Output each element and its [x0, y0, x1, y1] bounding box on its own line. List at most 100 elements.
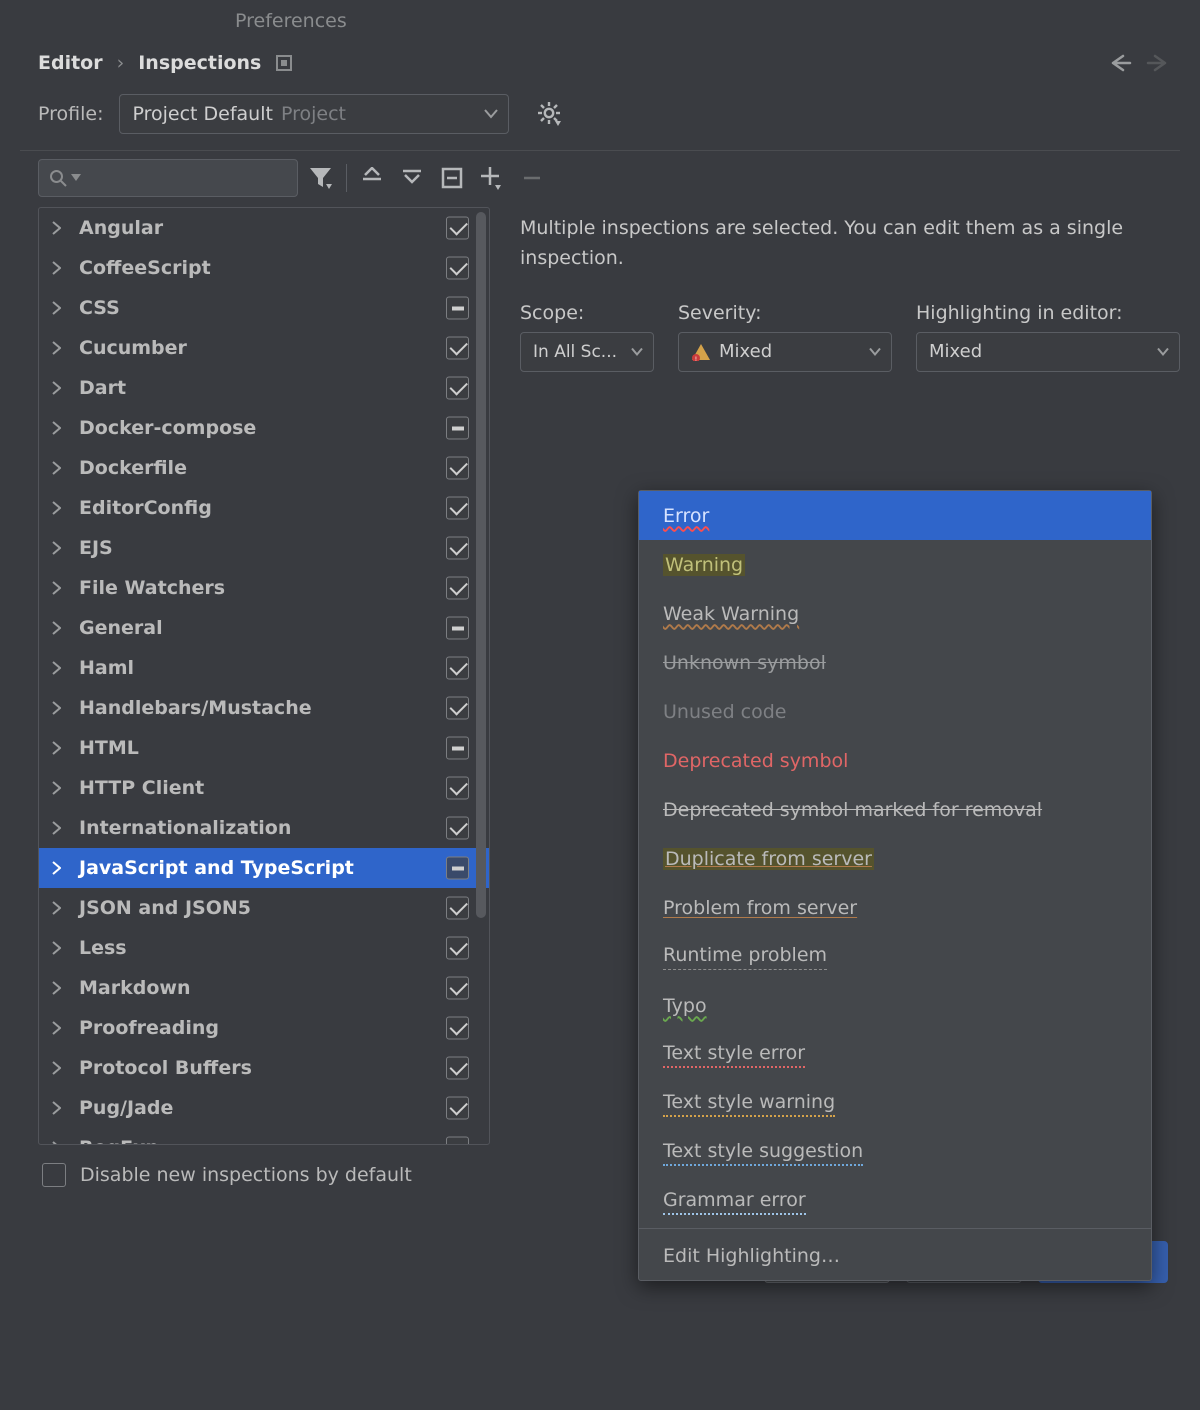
- add-icon[interactable]: [475, 161, 509, 195]
- tree-item-checkbox[interactable]: [446, 297, 469, 320]
- severity-option-problem[interactable]: Problem from server: [639, 883, 1151, 932]
- tree-item-checkbox[interactable]: [446, 1097, 469, 1120]
- tree-item[interactable]: File Watchers: [39, 568, 489, 608]
- severity-option-weak[interactable]: Weak Warning: [639, 589, 1151, 638]
- tree-item[interactable]: Less: [39, 928, 489, 968]
- search-options-icon[interactable]: [71, 174, 81, 182]
- tree-item[interactable]: Pug/Jade: [39, 1088, 489, 1128]
- tree-item-checkbox[interactable]: [446, 1017, 469, 1040]
- severity-option-error[interactable]: Error: [639, 491, 1151, 540]
- tree-item[interactable]: Protocol Buffers: [39, 1048, 489, 1088]
- tree-item-checkbox[interactable]: [446, 497, 469, 520]
- tree-item[interactable]: Cucumber: [39, 328, 489, 368]
- chevron-right-icon[interactable]: [51, 901, 61, 915]
- tree-item-checkbox[interactable]: [446, 817, 469, 840]
- tree-item-checkbox[interactable]: [446, 657, 469, 680]
- tree-item-checkbox[interactable]: [446, 337, 469, 360]
- tree-item[interactable]: JavaScript and TypeScript: [39, 848, 489, 888]
- tree-item-checkbox[interactable]: [446, 377, 469, 400]
- tree-item-checkbox[interactable]: [446, 697, 469, 720]
- scrollbar[interactable]: [476, 212, 486, 918]
- edit-them-link[interactable]: edit them: [923, 217, 1015, 239]
- severity-option-warning[interactable]: Warning: [639, 540, 1151, 589]
- tree-item[interactable]: JSON and JSON5: [39, 888, 489, 928]
- severity-option-dup[interactable]: Duplicate from server: [639, 834, 1151, 883]
- chevron-right-icon[interactable]: [51, 541, 61, 555]
- chevron-right-icon[interactable]: [51, 381, 61, 395]
- tree-item[interactable]: HTTP Client: [39, 768, 489, 808]
- tree-item-checkbox[interactable]: [446, 897, 469, 920]
- highlighting-dropdown[interactable]: Mixed: [916, 332, 1180, 372]
- edit-highlighting-option[interactable]: Edit Highlighting…: [639, 1231, 1151, 1280]
- scope-dropdown[interactable]: In All Sc...: [520, 332, 654, 372]
- tree-item[interactable]: HTML: [39, 728, 489, 768]
- remove-icon[interactable]: [515, 161, 549, 195]
- tree-item[interactable]: Handlebars/Mustache: [39, 688, 489, 728]
- tree-item[interactable]: EditorConfig: [39, 488, 489, 528]
- severity-option-typo[interactable]: Typo: [639, 981, 1151, 1030]
- chevron-right-icon[interactable]: [51, 221, 61, 235]
- back-arrow-icon[interactable]: [1108, 53, 1132, 73]
- chevron-right-icon[interactable]: [51, 421, 61, 435]
- chevron-right-icon[interactable]: [51, 581, 61, 595]
- forward-arrow-icon[interactable]: [1146, 53, 1170, 73]
- tree-item-checkbox[interactable]: [446, 217, 469, 240]
- chevron-right-icon[interactable]: [51, 941, 61, 955]
- severity-option-tsw[interactable]: Text style warning: [639, 1079, 1151, 1128]
- chevron-right-icon[interactable]: [51, 981, 61, 995]
- chevron-right-icon[interactable]: [51, 661, 61, 675]
- reset-icon[interactable]: [435, 161, 469, 195]
- tree-item-checkbox[interactable]: [446, 537, 469, 560]
- chevron-right-icon[interactable]: [51, 1141, 61, 1145]
- collapse-all-icon[interactable]: [395, 161, 429, 195]
- severity-option-runtime[interactable]: Runtime problem: [639, 932, 1151, 981]
- show-settings-icon[interactable]: [275, 54, 293, 72]
- tree-item[interactable]: Internationalization: [39, 808, 489, 848]
- tree-item[interactable]: CoffeeScript: [39, 248, 489, 288]
- tree-item[interactable]: Dart: [39, 368, 489, 408]
- tree-item-checkbox[interactable]: [446, 977, 469, 1000]
- tree-item[interactable]: Angular: [39, 208, 489, 248]
- chevron-right-icon[interactable]: [51, 341, 61, 355]
- tree-item[interactable]: CSS: [39, 288, 489, 328]
- chevron-right-icon[interactable]: [51, 1021, 61, 1035]
- severity-dropdown[interactable]: ! Mixed: [678, 332, 892, 372]
- chevron-right-icon[interactable]: [51, 261, 61, 275]
- tree-item-checkbox[interactable]: [446, 457, 469, 480]
- gear-icon[interactable]: [537, 101, 563, 127]
- breadcrumb-root[interactable]: Editor: [38, 52, 103, 74]
- tree-item-checkbox[interactable]: [446, 577, 469, 600]
- tree-item[interactable]: General: [39, 608, 489, 648]
- severity-option-unknown[interactable]: Unknown symbol: [639, 638, 1151, 687]
- chevron-right-icon[interactable]: [51, 1061, 61, 1075]
- tree-item-checkbox[interactable]: [446, 737, 469, 760]
- severity-option-tse[interactable]: Text style error: [639, 1030, 1151, 1079]
- search-input[interactable]: [38, 159, 298, 197]
- severity-option-unused[interactable]: Unused code: [639, 687, 1151, 736]
- chevron-right-icon[interactable]: [51, 501, 61, 515]
- filter-icon[interactable]: [304, 161, 338, 195]
- disable-new-inspections-checkbox[interactable]: [42, 1163, 66, 1187]
- tree-item-checkbox[interactable]: [446, 1057, 469, 1080]
- chevron-right-icon[interactable]: [51, 701, 61, 715]
- chevron-right-icon[interactable]: [51, 1101, 61, 1115]
- tree-item[interactable]: Docker-compose: [39, 408, 489, 448]
- chevron-right-icon[interactable]: [51, 301, 61, 315]
- profile-dropdown[interactable]: Project Default Project: [119, 94, 509, 134]
- tree-item-checkbox[interactable]: [446, 257, 469, 280]
- tree-item[interactable]: Markdown: [39, 968, 489, 1008]
- severity-option-depr-removal[interactable]: Deprecated symbol marked for removal: [639, 785, 1151, 834]
- tree-item-checkbox[interactable]: [446, 857, 469, 880]
- tree-item[interactable]: Haml: [39, 648, 489, 688]
- severity-option-deprecated[interactable]: Deprecated symbol: [639, 736, 1151, 785]
- tree-item-checkbox[interactable]: [446, 617, 469, 640]
- tree-item-checkbox[interactable]: [446, 937, 469, 960]
- tree-item[interactable]: Proofreading: [39, 1008, 489, 1048]
- severity-option-tss[interactable]: Text style suggestion: [639, 1128, 1151, 1177]
- chevron-right-icon[interactable]: [51, 461, 61, 475]
- tree-item[interactable]: RegExp: [39, 1128, 489, 1145]
- chevron-right-icon[interactable]: [51, 621, 61, 635]
- tree-item[interactable]: EJS: [39, 528, 489, 568]
- expand-all-icon[interactable]: [355, 161, 389, 195]
- tree-item-checkbox[interactable]: [446, 417, 469, 440]
